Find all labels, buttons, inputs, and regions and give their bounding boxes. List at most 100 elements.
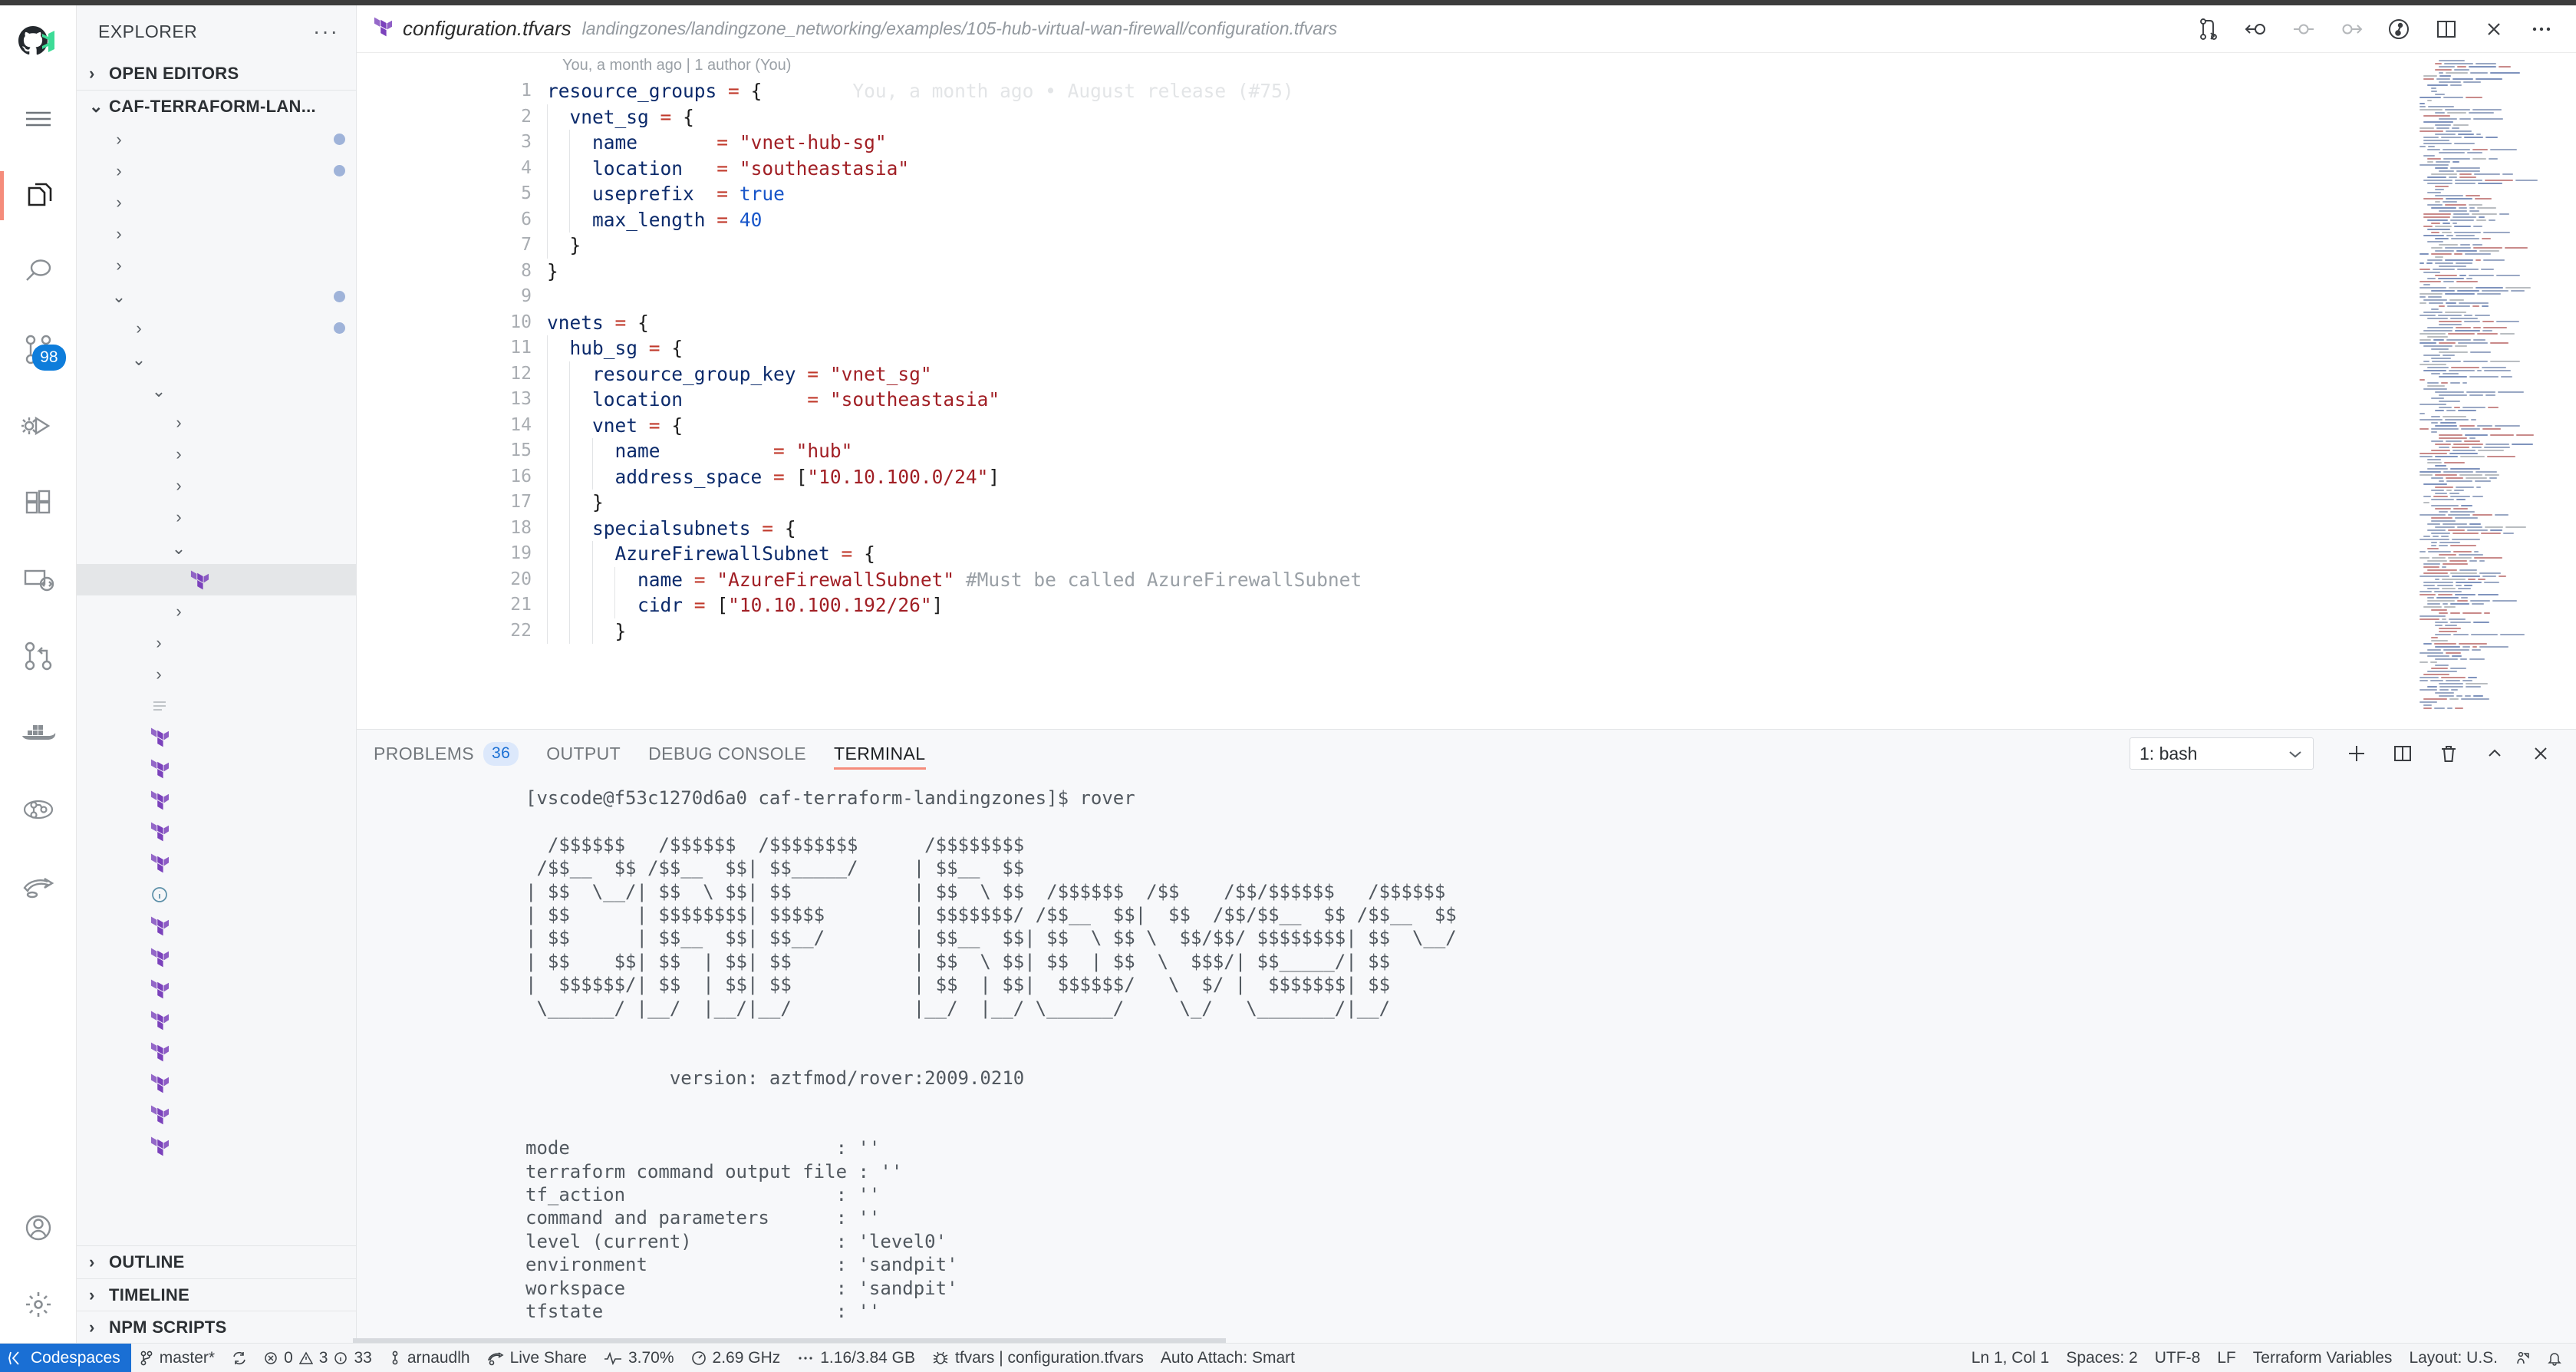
- status-branch[interactable]: master*: [131, 1344, 223, 1372]
- split-merge-icon[interactable]: [2185, 8, 2232, 51]
- tab-debug-console[interactable]: DEBUG CONSOLE: [648, 730, 806, 777]
- editor-tab-configuration-tfvars[interactable]: configuration.tfvars landingzones/landin…: [374, 17, 1337, 41]
- sidebar-section-outline[interactable]: › OUTLINE: [77, 1246, 356, 1278]
- extensions-icon[interactable]: [0, 464, 77, 541]
- tree-item[interactable]: ›: [77, 218, 356, 249]
- editor-horizontal-scrollbar[interactable]: [353, 1338, 1226, 1343]
- status-terraform[interactable]: tfvars | configuration.tfvars: [924, 1344, 1152, 1372]
- status-indentation[interactable]: Spaces: 2: [2057, 1344, 2146, 1372]
- status-keyboard-layout[interactable]: Layout: U.S.: [2400, 1344, 2506, 1372]
- tree-item[interactable]: [77, 910, 356, 942]
- code-text: location = "southeastasia": [547, 387, 1000, 413]
- tree-item[interactable]: ›: [77, 501, 356, 533]
- split-editor-icon[interactable]: [2423, 8, 2470, 51]
- new-terminal-icon[interactable]: [2335, 734, 2378, 773]
- tree-item[interactable]: ›: [77, 438, 356, 470]
- split-terminal-icon[interactable]: [2381, 734, 2424, 773]
- bug-icon: [932, 1351, 949, 1366]
- code-editor[interactable]: You, a month ago | 1 author (You) 1resou…: [357, 53, 2415, 729]
- status-feedback[interactable]: [2506, 1344, 2538, 1372]
- status-codespaces[interactable]: Codespaces: [0, 1344, 131, 1372]
- tab-terminal[interactable]: TERMINAL: [834, 730, 926, 777]
- sidebar-more-icon[interactable]: ···: [313, 26, 339, 37]
- search-icon[interactable]: [0, 234, 77, 311]
- previous-change-icon[interactable]: [2280, 8, 2327, 51]
- tree-item[interactable]: ›: [77, 124, 356, 155]
- gitlens-toggle-icon[interactable]: [2375, 8, 2423, 51]
- sidebar-section-workspace[interactable]: ⌄ CAF-TERRAFORM-LAN...: [77, 90, 356, 122]
- tree-item[interactable]: [77, 1067, 356, 1099]
- settings-gear-icon[interactable]: [0, 1266, 77, 1343]
- sidebar-section-open-editors[interactable]: › OPEN EDITORS: [77, 58, 356, 90]
- status-memory[interactable]: 1.16/3.84 GB: [789, 1344, 924, 1372]
- tree-item[interactable]: [77, 1099, 356, 1130]
- tree-item[interactable]: ⌄: [77, 375, 356, 407]
- maximize-panel-icon[interactable]: [2473, 734, 2516, 773]
- tree-item[interactable]: ›: [77, 407, 356, 438]
- tree-item[interactable]: [77, 816, 356, 847]
- status-codespaces-label: Codespaces: [31, 1349, 120, 1367]
- editor-minimap[interactable]: [2415, 53, 2576, 729]
- tree-item[interactable]: ›: [77, 470, 356, 501]
- tree-item[interactable]: ⌄: [77, 344, 356, 375]
- tree-item[interactable]: [77, 942, 356, 973]
- menu-icon[interactable]: [0, 81, 77, 157]
- status-cpu-speed[interactable]: 2.69 GHz: [683, 1344, 789, 1372]
- status-auto-attach[interactable]: Auto Attach: Smart: [1152, 1344, 1303, 1372]
- status-live-share[interactable]: Live Share: [479, 1344, 595, 1372]
- run-debug-icon[interactable]: [0, 388, 77, 464]
- tree-item[interactable]: ›: [77, 312, 356, 344]
- close-panel-icon[interactable]: [2519, 734, 2562, 773]
- editor-tab-name: configuration.tfvars: [403, 17, 572, 41]
- tree-item[interactable]: ›: [77, 658, 356, 690]
- tab-output[interactable]: OUTPUT: [546, 730, 621, 777]
- tree-item[interactable]: [77, 753, 356, 784]
- source-control-icon[interactable]: 98: [0, 311, 77, 388]
- azure-icon[interactable]: [0, 848, 77, 925]
- go-back-change-icon[interactable]: [2232, 8, 2280, 51]
- status-encoding[interactable]: UTF-8: [2146, 1344, 2209, 1372]
- status-live-share-user[interactable]: arnaudlh: [380, 1344, 479, 1372]
- docker-icon[interactable]: [0, 694, 77, 771]
- next-change-icon[interactable]: [2327, 8, 2375, 51]
- tree-item[interactable]: [77, 1036, 356, 1067]
- tab-problems[interactable]: PROBLEMS 36: [374, 730, 519, 777]
- status-sync[interactable]: [223, 1344, 255, 1372]
- tree-item[interactable]: ›: [77, 595, 356, 627]
- terminal-selector-dropdown[interactable]: 1: bash: [2130, 737, 2314, 770]
- more-actions-icon[interactable]: [2518, 8, 2565, 51]
- status-notifications[interactable]: [2538, 1344, 2576, 1372]
- tree-item[interactable]: ›: [77, 249, 356, 281]
- tree-item[interactable]: ⌄: [77, 281, 356, 312]
- status-cpu-load[interactable]: 3.70%: [595, 1344, 683, 1372]
- tree-item[interactable]: [77, 721, 356, 753]
- sidebar-section-npm-scripts[interactable]: › NPM SCRIPTS: [77, 1311, 356, 1343]
- status-eol[interactable]: LF: [2209, 1344, 2245, 1372]
- sidebar-section-timeline[interactable]: › TIMELINE: [77, 1278, 356, 1311]
- tree-item[interactable]: [77, 1004, 356, 1036]
- tree-item[interactable]: [77, 1130, 356, 1162]
- status-language-mode[interactable]: Terraform Variables: [2245, 1344, 2401, 1372]
- tree-item[interactable]: [77, 690, 356, 721]
- git-graph-icon[interactable]: [0, 771, 77, 848]
- tree-item[interactable]: ⌄: [77, 533, 356, 564]
- explorer-icon[interactable]: [0, 157, 77, 234]
- tree-item[interactable]: [77, 784, 356, 816]
- status-problems[interactable]: 0 3 33: [255, 1344, 380, 1372]
- github-pull-requests-icon[interactable]: [0, 618, 77, 694]
- accounts-icon[interactable]: [0, 1189, 77, 1266]
- close-editor-icon[interactable]: [2470, 8, 2518, 51]
- status-memory-label: 1.16/3.84 GB: [820, 1349, 915, 1367]
- remote-explorer-icon[interactable]: [0, 541, 77, 618]
- tree-item[interactable]: [77, 879, 356, 910]
- tree-item[interactable]: ›: [77, 627, 356, 658]
- line-number: 12: [357, 361, 547, 388]
- tree-item[interactable]: ›: [77, 186, 356, 218]
- tree-item[interactable]: [77, 564, 356, 595]
- tree-item[interactable]: ›: [77, 155, 356, 186]
- tree-item[interactable]: [77, 973, 356, 1004]
- tree-item[interactable]: [77, 847, 356, 879]
- kill-terminal-icon[interactable]: [2427, 734, 2470, 773]
- status-cursor-position[interactable]: Ln 1, Col 1: [1963, 1344, 2058, 1372]
- terminal-output[interactable]: [vscode@f53c1270d6a0 caf-terraform-landi…: [357, 777, 2576, 1343]
